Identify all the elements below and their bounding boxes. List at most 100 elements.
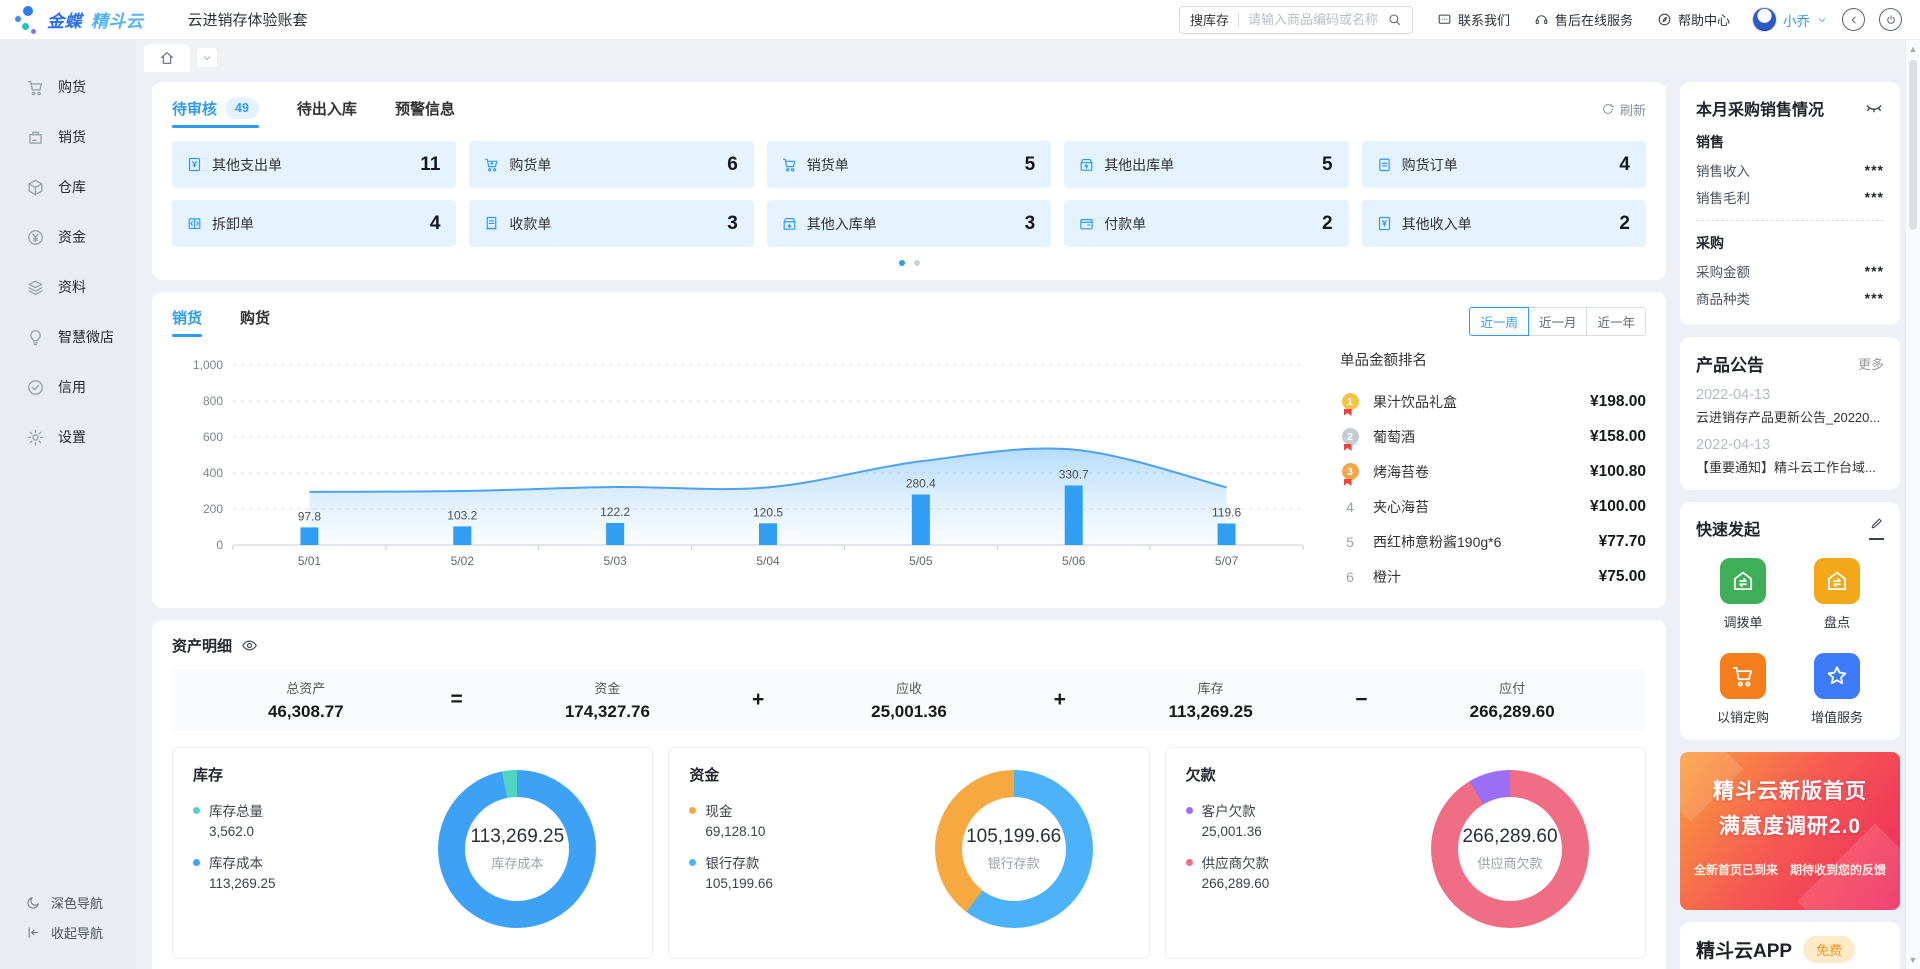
cart-icon <box>26 78 45 97</box>
monthly-row: 商品种类*** <box>1696 284 1884 311</box>
todo-card-other-inbound[interactable]: 其他入库单3 <box>767 200 1051 247</box>
left-sidebar: 购货销货仓库资金资料智慧微店信用设置 深色导航收起导航 <box>0 40 136 969</box>
search-icon[interactable] <box>1387 12 1402 27</box>
quick-action-label: 盘点 <box>1824 612 1850 631</box>
home-tab[interactable] <box>144 44 190 72</box>
todo-tabs: 待审核49 待出入库 预警信息 <box>172 98 455 128</box>
sidebar-item-funds[interactable]: 资金 <box>0 212 136 262</box>
svg-text:280.4: 280.4 <box>906 477 936 491</box>
todo-cards: 其他支出单11 购货单6 销货单5 其他出库单5 购货订单4 拆卸单4 收款单3 其他入库单3… <box>172 141 1646 247</box>
tab-pending-audit[interactable]: 待审核49 <box>172 98 259 128</box>
svg-text:400: 400 <box>203 466 223 480</box>
rank-amount: ¥100.80 <box>1590 463 1646 481</box>
formula-value: 266,289.60 <box>1378 702 1646 722</box>
todo-card-purchase-po[interactable]: 购货订单4 <box>1362 141 1646 188</box>
ranking-panel: 单品金额排名 1果汁饮品礼盒¥198.002葡萄酒¥158.003烤海苔卷¥10… <box>1328 339 1646 594</box>
todo-card-payment[interactable]: 付款单2 <box>1064 200 1348 247</box>
announcement-list: 2022-04-13云进销存产品更新公告_20220... 2022-04-13【… <box>1696 387 1884 476</box>
search-input[interactable] <box>1248 12 1387 27</box>
edit-quick-button[interactable] <box>1869 516 1884 540</box>
sidebar-item-settings[interactable]: 设置 <box>0 412 136 462</box>
header-link-aftersales[interactable]: 售后在线服务 <box>1534 10 1633 29</box>
sidebar-item-purchase[interactable]: 购货 <box>0 62 136 112</box>
todo-card-disassembly[interactable]: 拆卸单4 <box>172 200 456 247</box>
card-count: 5 <box>1025 154 1036 176</box>
app-logo[interactable]: 金蝶 精斗云 <box>14 5 144 35</box>
svg-text:5/05: 5/05 <box>909 554 933 568</box>
quick-action-purchase-by-sales[interactable]: 以销定购 <box>1717 653 1769 726</box>
scrollbar-up-arrow[interactable]: ▲ <box>1906 44 1920 54</box>
legend-dot <box>1186 859 1193 866</box>
quick-action-stocktake[interactable]: 盘点 <box>1814 558 1860 631</box>
tab-label: 销货 <box>172 307 202 328</box>
svg-text:5/06: 5/06 <box>1062 554 1086 568</box>
eye-closed-icon[interactable] <box>1864 98 1884 118</box>
chart-tab-sales[interactable]: 销货 <box>172 307 202 337</box>
monthly-row: 销售收入*** <box>1696 156 1884 183</box>
eye-icon[interactable] <box>241 637 258 654</box>
card-label: 收款单 <box>509 214 551 234</box>
user-menu[interactable]: 小乔 <box>1752 7 1828 32</box>
moon-icon <box>26 895 41 910</box>
quick-action-label: 调拨单 <box>1723 612 1762 631</box>
sidebar-item-weshop[interactable]: 智慧微店 <box>0 312 136 362</box>
card-count: 4 <box>1619 154 1630 176</box>
announcement-item[interactable]: 2022-04-13云进销存产品更新公告_20220... <box>1696 387 1884 426</box>
rank-amount: ¥100.00 <box>1590 498 1646 516</box>
todo-card-other-income[interactable]: 其他收入单2 <box>1362 200 1646 247</box>
donut-center-value: 113,269.25 <box>470 826 564 848</box>
survey-banner[interactable]: 精斗云新版首页 满意度调研2.0 全新首页已到来 期待收到您的反馈 <box>1680 752 1900 910</box>
banner-line3: 全新首页已到来 期待收到您的反馈 <box>1680 861 1900 878</box>
logout-button[interactable] <box>1879 8 1902 31</box>
window-scrollbar[interactable]: ▲ ▼ <box>1905 40 1920 969</box>
refresh-button[interactable]: 刷新 <box>1601 100 1646 127</box>
formula-operator: = <box>440 688 474 712</box>
chart-tab-purchase[interactable]: 购货 <box>240 307 270 337</box>
page-tabstrip <box>136 40 1920 72</box>
todo-card-sales-order[interactable]: 销货单5 <box>767 141 1051 188</box>
more-link[interactable]: 更多 <box>1858 354 1884 373</box>
announcements-title: 产品公告 <box>1696 351 1764 376</box>
donut-center-value: 105,199.66 <box>966 826 1061 848</box>
logo-dots-icon <box>14 5 38 35</box>
wallet-icon <box>1078 215 1095 232</box>
donut-center-label: 库存成本 <box>491 853 543 872</box>
box-in-icon <box>781 215 798 232</box>
donut-chart-inventory: 113,269.25 库存成本 <box>438 770 596 928</box>
range-month[interactable]: 近一月 <box>1528 307 1588 336</box>
announcement-item[interactable]: 2022-04-13【重要通知】精斗云工作台域... <box>1696 437 1884 476</box>
inventory-search[interactable]: 搜库存 <box>1179 6 1413 34</box>
header-link-help[interactable]: 帮助中心 <box>1657 10 1730 29</box>
sidebar-item-label: 资料 <box>58 277 86 297</box>
todo-card-other-expense[interactable]: 其他支出单11 <box>172 141 456 188</box>
sidebar-item-warehouse[interactable]: 仓库 <box>0 162 136 212</box>
account-title: 云进销存体验账套 <box>188 9 308 30</box>
scrollbar-thumb[interactable] <box>1909 60 1917 230</box>
header-link-contact[interactable]: 联系我们 <box>1437 10 1510 29</box>
announcement-text: 【重要通知】精斗云工作台域... <box>1696 457 1884 476</box>
range-week[interactable]: 近一周 <box>1469 307 1529 336</box>
pagination-dot-2[interactable] <box>914 260 920 266</box>
sidebar-item-sales[interactable]: 销货 <box>0 112 136 162</box>
quick-action-value-added[interactable]: 增值服务 <box>1811 653 1863 726</box>
back-button[interactable] <box>1842 8 1865 31</box>
search-scope-selector[interactable]: 搜库存 <box>1190 10 1229 29</box>
quick-action-transfer[interactable]: 调拨单 <box>1720 558 1766 631</box>
sidebar-toggle-dark-nav[interactable]: 深色导航 <box>26 887 136 917</box>
sidebar-item-data[interactable]: 资料 <box>0 262 136 312</box>
range-year[interactable]: 近一年 <box>1586 307 1646 336</box>
tab-alerts[interactable]: 预警信息 <box>395 98 455 128</box>
tab-pending-inout[interactable]: 待出入库 <box>297 98 357 128</box>
sidebar-toggle-collapse-nav[interactable]: 收起导航 <box>26 917 136 947</box>
tab-dropdown-button[interactable] <box>197 48 217 67</box>
monthly-row: 销售毛利*** <box>1696 183 1884 210</box>
scrollbar-down-arrow[interactable]: ▼ <box>1906 955 1920 965</box>
todo-card-receipt[interactable]: 收款单3 <box>469 200 753 247</box>
rank-amount: ¥158.00 <box>1590 428 1646 446</box>
product-name: 精斗云 <box>91 7 144 32</box>
pagination-dot-1[interactable] <box>899 260 905 266</box>
svg-text:5/01: 5/01 <box>298 554 322 568</box>
todo-card-other-outbound[interactable]: 其他出库单5 <box>1064 141 1348 188</box>
todo-card-purchase-order[interactable]: 购货单6 <box>469 141 753 188</box>
sidebar-item-credit[interactable]: 信用 <box>0 362 136 412</box>
